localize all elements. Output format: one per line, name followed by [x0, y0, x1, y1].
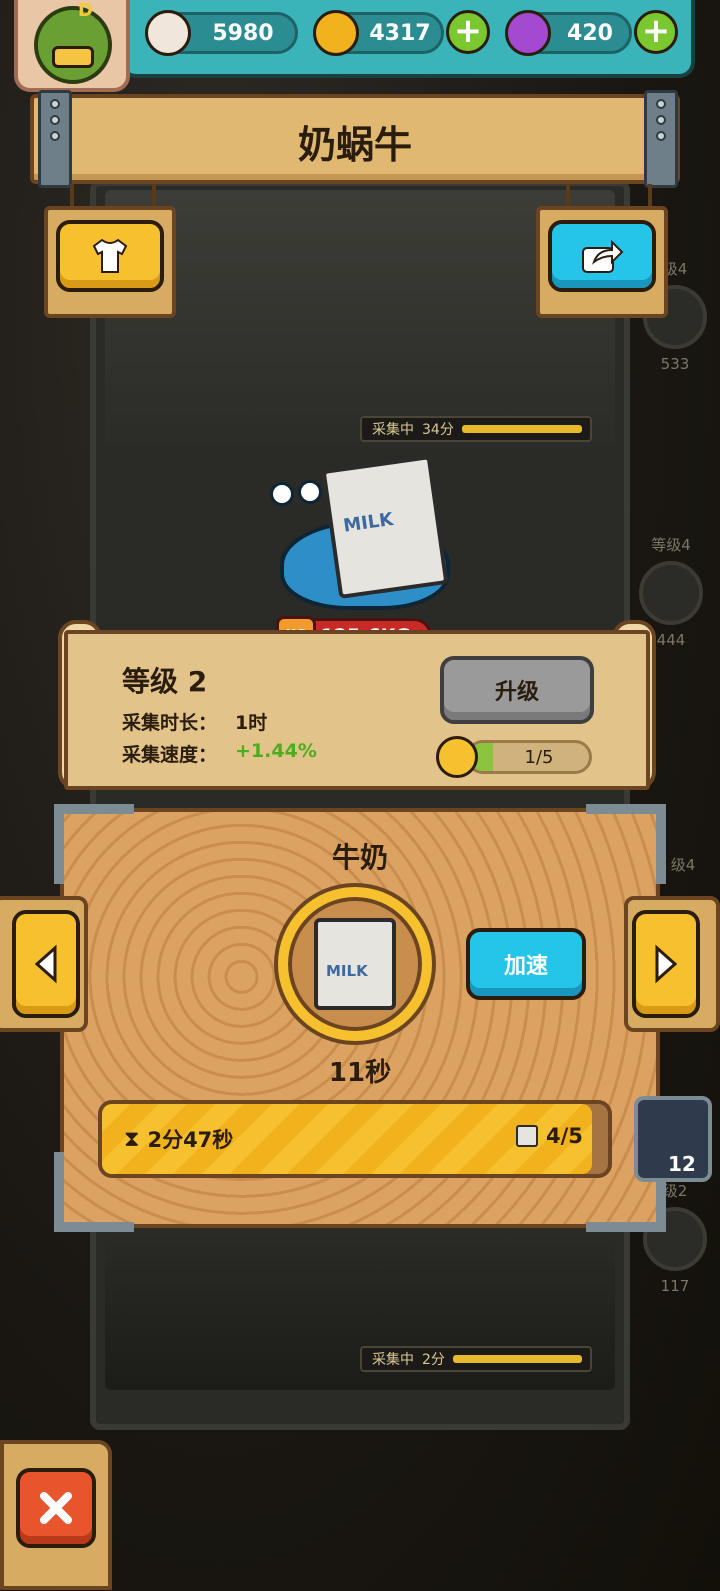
- coin-counter: 4317: [313, 10, 444, 56]
- production-cycle-time: 11秒: [328, 1058, 392, 1088]
- snail-eye-icon: [270, 482, 294, 506]
- milk-carton-label: MILK: [342, 508, 395, 537]
- rivet: [656, 131, 666, 141]
- arrow-right-icon: [655, 944, 678, 984]
- shirt-icon: [92, 238, 128, 273]
- upgrade-progress-bar: 1/5: [466, 740, 592, 774]
- milk-product-icon: MILK: [314, 918, 396, 1010]
- collect-speed-label: 采集速度：: [122, 744, 218, 766]
- side-card-count: 12: [668, 1152, 696, 1176]
- close-button[interactable]: [16, 1468, 96, 1548]
- eyeball-icon: [145, 10, 191, 56]
- hourglass-icon: ⧗: [124, 1126, 140, 1152]
- lower-floor-time: 2分: [422, 1352, 445, 1368]
- monster-mouth-icon: [52, 46, 94, 68]
- side-item-icon: [639, 561, 703, 625]
- rivet: [50, 131, 60, 141]
- add-coins-button[interactable]: +: [446, 10, 490, 54]
- stock-count-value: 4/5: [546, 1124, 583, 1148]
- rivet: [656, 99, 666, 109]
- coin-icon: [313, 10, 359, 56]
- rank-badge: D: [78, 0, 93, 21]
- upper-floor-progress: [461, 425, 582, 433]
- share-icon: [582, 239, 624, 273]
- upper-floor-collect-bar: 采集中 34分: [360, 416, 592, 442]
- side-item-level: 等级4: [651, 536, 691, 554]
- horn-token-icon: [436, 736, 478, 778]
- eyeball-counter: 5980: [145, 10, 298, 56]
- upgrade-button[interactable]: 升级: [440, 656, 594, 724]
- collect-speed-row: 采集速度： +1.44%: [122, 740, 317, 767]
- lower-floor-progress: [452, 1355, 582, 1363]
- title-board: 奶蜗牛: [30, 94, 680, 184]
- potion-value: 420: [567, 20, 613, 46]
- side-item-count: 533: [660, 355, 690, 373]
- arrow-left-icon: [34, 944, 57, 984]
- upgrade-progress-text: 1/5: [524, 746, 554, 768]
- snail-eye-icon: [298, 480, 322, 504]
- creature-level: 等级 2: [122, 665, 208, 698]
- rivet: [656, 115, 666, 125]
- remaining-time: ⧗ 2分47秒: [124, 1124, 233, 1154]
- milk-small-icon: [516, 1125, 538, 1147]
- add-potions-button[interactable]: +: [634, 10, 678, 54]
- eyeball-value: 5980: [212, 20, 274, 46]
- collect-speed-value: +1.44%: [235, 740, 317, 762]
- side-item-count: 117: [660, 1277, 690, 1295]
- collect-duration-row: 采集时长： 1时: [122, 708, 267, 735]
- outfit-button[interactable]: [56, 220, 164, 292]
- milk-product-label: MILK: [326, 962, 368, 980]
- milk-carton-shell: MILK: [321, 454, 449, 600]
- remaining-time-value: 2分47秒: [147, 1128, 234, 1152]
- page-title: 奶蜗牛: [297, 123, 412, 167]
- speed-up-button[interactable]: 加速: [466, 928, 586, 1000]
- metal-bracket: [644, 90, 678, 188]
- product-name: 牛奶: [331, 841, 388, 874]
- upper-floor-time: 34分: [422, 422, 454, 438]
- previous-button[interactable]: [12, 910, 80, 1018]
- stock-count: 4/5: [516, 1124, 583, 1148]
- next-button[interactable]: [632, 910, 700, 1018]
- rivet: [50, 115, 60, 125]
- coin-value: 4317: [369, 20, 431, 46]
- collect-duration-label: 采集时长：: [122, 712, 218, 734]
- potion-counter: 420: [505, 10, 632, 56]
- metal-bracket: [38, 90, 72, 188]
- lower-floor-collect-bar: 采集中 2分: [360, 1346, 592, 1372]
- upper-floor-status: 采集中: [372, 422, 414, 438]
- collect-duration-value: 1时: [235, 712, 268, 734]
- player-avatar[interactable]: D: [14, 0, 130, 92]
- potion-icon: [505, 10, 551, 56]
- monster-face-icon: [34, 6, 112, 84]
- share-button[interactable]: [548, 220, 656, 292]
- lower-floor-status: 采集中: [372, 1352, 414, 1368]
- close-icon: [40, 1492, 72, 1524]
- rivet: [50, 99, 60, 109]
